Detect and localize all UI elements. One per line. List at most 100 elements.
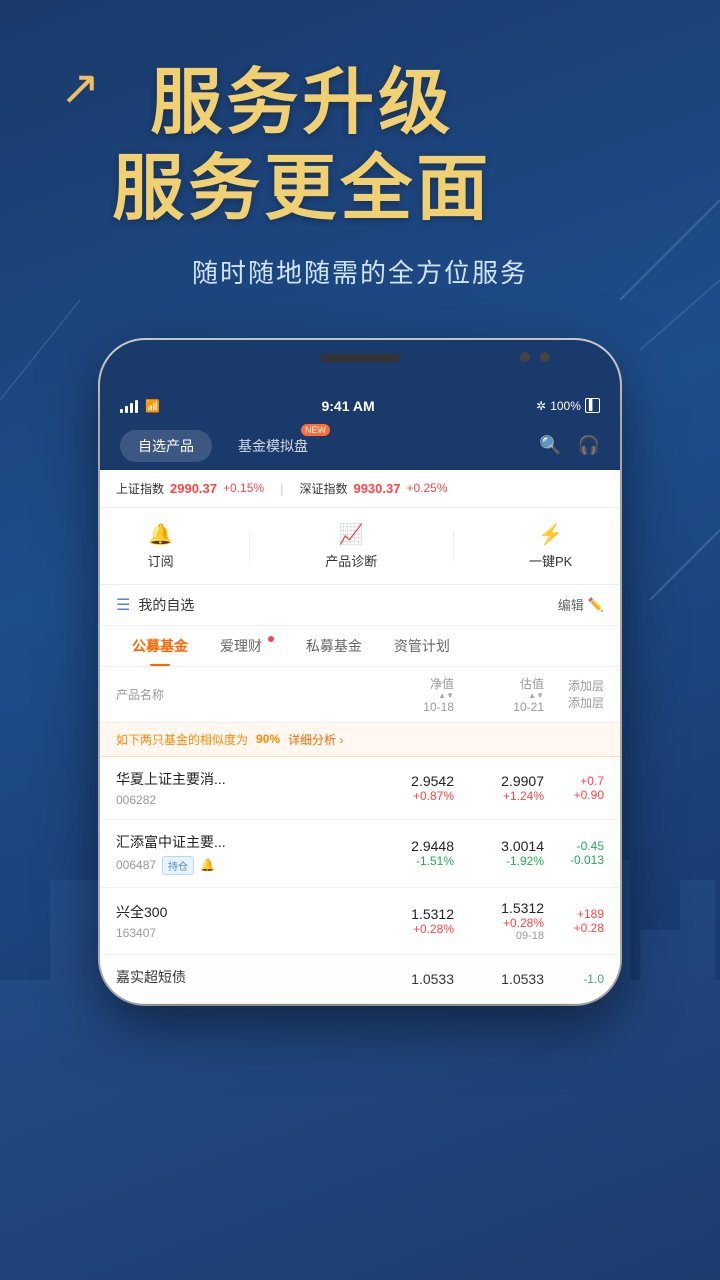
fund-name-1: 华夏上证主要消... bbox=[116, 769, 364, 789]
phone-speaker bbox=[320, 354, 400, 362]
search-icon[interactable]: 🔍 bbox=[539, 435, 561, 456]
fund-nav-1: 2.9542 +0.87% bbox=[364, 773, 454, 803]
battery-icon: ▌ bbox=[585, 398, 600, 413]
subscribe-label: 订阅 bbox=[148, 551, 174, 570]
diagnosis-label: 产品诊断 bbox=[325, 551, 377, 570]
ticker-divider: | bbox=[280, 481, 283, 496]
fund-est-change-3: +0.28% bbox=[454, 916, 544, 930]
fund-add-2: -0.45 -0.013 bbox=[544, 839, 604, 867]
fund-nav-value-3: 1.5312 bbox=[364, 906, 454, 922]
th-product-name: 产品名称 bbox=[116, 686, 364, 703]
fund-est-value-1: 2.9907 bbox=[454, 773, 544, 789]
fund-row-1[interactable]: 华夏上证主要消... 006282 2.9542 +0.87% 2.9907 +… bbox=[100, 757, 620, 820]
fund-row-3[interactable]: 兴全300 163407 1.5312 +0.28% 1.5312 +0.28%… bbox=[100, 888, 620, 955]
pk-icon: ⚡ bbox=[538, 522, 563, 547]
app-nav: 自选产品 基金模拟盘 NEW 🔍 🎧 bbox=[100, 422, 620, 470]
bell-icon-2: 🔔 bbox=[200, 858, 215, 872]
watchlist-icon: ☰ bbox=[116, 595, 130, 615]
status-time: 9:41 AM bbox=[321, 398, 374, 414]
fund-tag-2: 持仓 bbox=[162, 856, 194, 875]
watchlist-section-header: ☰ 我的自选 编辑 ✏️ bbox=[100, 585, 620, 626]
section-title: ☰ 我的自选 bbox=[116, 595, 194, 615]
fund-row-2[interactable]: 汇添富中证主要... 006487 持仓 🔔 2.9448 -1.51% 3.0… bbox=[100, 820, 620, 888]
fund-estimate-2: 3.0014 -1.92% bbox=[454, 838, 544, 868]
th-add: 添加层 添加层 bbox=[544, 677, 604, 711]
edit-label: 编辑 bbox=[558, 595, 584, 614]
fund-nav-2: 2.9448 -1.51% bbox=[364, 838, 454, 868]
tab-wealth-management[interactable]: 爱理财 bbox=[204, 626, 290, 666]
stock-ticker: 上证指数 2990.37 +0.15% | 深证指数 9930.37 +0.25… bbox=[100, 470, 620, 508]
promo-subtitle: 随时随地随需的全方位服务 bbox=[40, 253, 680, 290]
fund-code-2: 006487 bbox=[116, 858, 156, 872]
est-sort-icon: ▲▼ bbox=[528, 692, 544, 700]
new-badge: NEW bbox=[301, 424, 330, 436]
fund-row-4[interactable]: 嘉实超短债 1.0533 1.0533 -1.0 bbox=[100, 955, 620, 1004]
fund-name-3: 兴全300 bbox=[116, 902, 364, 922]
fund-estimate-3: 1.5312 +0.28% 09-18 bbox=[454, 900, 544, 942]
watchlist-title: 我的自选 bbox=[138, 595, 194, 615]
phone-camera-2 bbox=[540, 352, 550, 362]
fund-nav-change-1: +0.87% bbox=[364, 789, 454, 803]
shenzhen-change: +0.25% bbox=[406, 481, 447, 495]
shanghai-change: +0.15% bbox=[223, 481, 264, 495]
fund-add-1: +0.7 +0.90 bbox=[544, 774, 604, 802]
bluetooth-icon: ✲ bbox=[536, 399, 546, 413]
fund-est-change-1: +1.24% bbox=[454, 789, 544, 803]
action-subscribe[interactable]: 🔔 订阅 bbox=[148, 522, 174, 570]
fund-tabs: 公募基金 爱理财 私募基金 资管计划 bbox=[100, 626, 620, 667]
pk-label: 一键PK bbox=[529, 551, 572, 570]
action-divider-1 bbox=[249, 531, 250, 561]
similarity-notice: 如下两只基金的相似度为 90% 详细分析 › bbox=[100, 723, 620, 757]
th-nav[interactable]: 净值 ▲▼ 10-18 bbox=[364, 675, 454, 714]
signal-bar-3 bbox=[130, 403, 133, 413]
wealth-dot bbox=[268, 636, 274, 642]
phone-frame: 📶 9:41 AM ✲ 100% ▌ 自选产品 基金模拟盘 NEW 🔍 bbox=[100, 340, 620, 1004]
shanghai-value: 2990.37 bbox=[170, 481, 217, 496]
fund-nav-4: 1.0533 bbox=[364, 971, 454, 987]
fund-est-change-2: -1.92% bbox=[454, 854, 544, 868]
phone-camera-1 bbox=[520, 352, 530, 362]
tab-watchlist[interactable]: 自选产品 bbox=[120, 430, 212, 462]
shanghai-label: 上证指数 bbox=[116, 480, 164, 497]
fund-add-3: +189 +0.28 bbox=[544, 907, 604, 935]
similarity-link[interactable]: 详细分析 › bbox=[288, 731, 343, 748]
shenzhen-index: 深证指数 9930.37 +0.25% bbox=[299, 480, 447, 497]
fund-name-4: 嘉实超短债 bbox=[116, 967, 364, 987]
table-header: 产品名称 净值 ▲▼ 10-18 估值 ▲▼ 10-21 添加层 添加层 bbox=[100, 667, 620, 723]
action-diagnosis[interactable]: 📈 产品诊断 bbox=[325, 522, 377, 570]
fund-est-value-2: 3.0014 bbox=[454, 838, 544, 854]
fund-add-4: -1.0 bbox=[544, 972, 604, 986]
promo-line1: 服务升级 bbox=[112, 60, 492, 146]
fund-code-1: 006282 bbox=[116, 793, 156, 807]
fund-code-row-1: 006282 bbox=[116, 793, 364, 807]
action-divider-2 bbox=[453, 531, 454, 561]
wifi-icon: 📶 bbox=[145, 399, 160, 413]
edit-button[interactable]: 编辑 ✏️ bbox=[558, 595, 604, 614]
fund-info-2: 汇添富中证主要... 006487 持仓 🔔 bbox=[116, 832, 364, 875]
tab-private-fund[interactable]: 私募基金 bbox=[290, 626, 378, 666]
fund-info-4: 嘉实超短债 bbox=[116, 967, 364, 991]
tab-asset-management[interactable]: 资管计划 bbox=[378, 626, 466, 666]
signal-bar-1 bbox=[120, 409, 123, 413]
fund-nav-value-2: 2.9448 bbox=[364, 838, 454, 854]
signal-bar-4 bbox=[135, 400, 138, 413]
fund-estimate-4: 1.0533 bbox=[454, 971, 544, 987]
th-estimate[interactable]: 估值 ▲▼ 10-21 bbox=[454, 675, 544, 714]
fund-code-3: 163407 bbox=[116, 926, 156, 940]
fund-nav-change-3: +0.28% bbox=[364, 922, 454, 936]
tab-public-fund[interactable]: 公募基金 bbox=[116, 626, 204, 666]
fund-info-1: 华夏上证主要消... 006282 bbox=[116, 769, 364, 807]
headset-icon[interactable]: 🎧 bbox=[578, 435, 600, 456]
signal-bar-2 bbox=[125, 406, 128, 413]
action-pk[interactable]: ⚡ 一键PK bbox=[529, 522, 572, 570]
shanghai-index: 上证指数 2990.37 +0.15% bbox=[116, 480, 264, 497]
promo-arrow-icon: ↗ bbox=[40, 60, 100, 116]
battery-percent: 100% bbox=[550, 399, 581, 413]
tab-fund-simulation[interactable]: 基金模拟盘 NEW bbox=[220, 430, 326, 462]
fund-nav-change-2: -1.51% bbox=[364, 854, 454, 868]
fund-code-row-3: 163407 bbox=[116, 926, 364, 940]
diagnosis-icon: 📈 bbox=[339, 522, 364, 547]
nav-tabs[interactable]: 自选产品 基金模拟盘 NEW bbox=[120, 430, 326, 462]
fund-estimate-1: 2.9907 +1.24% bbox=[454, 773, 544, 803]
nav-icons: 🔍 🎧 bbox=[539, 435, 600, 456]
